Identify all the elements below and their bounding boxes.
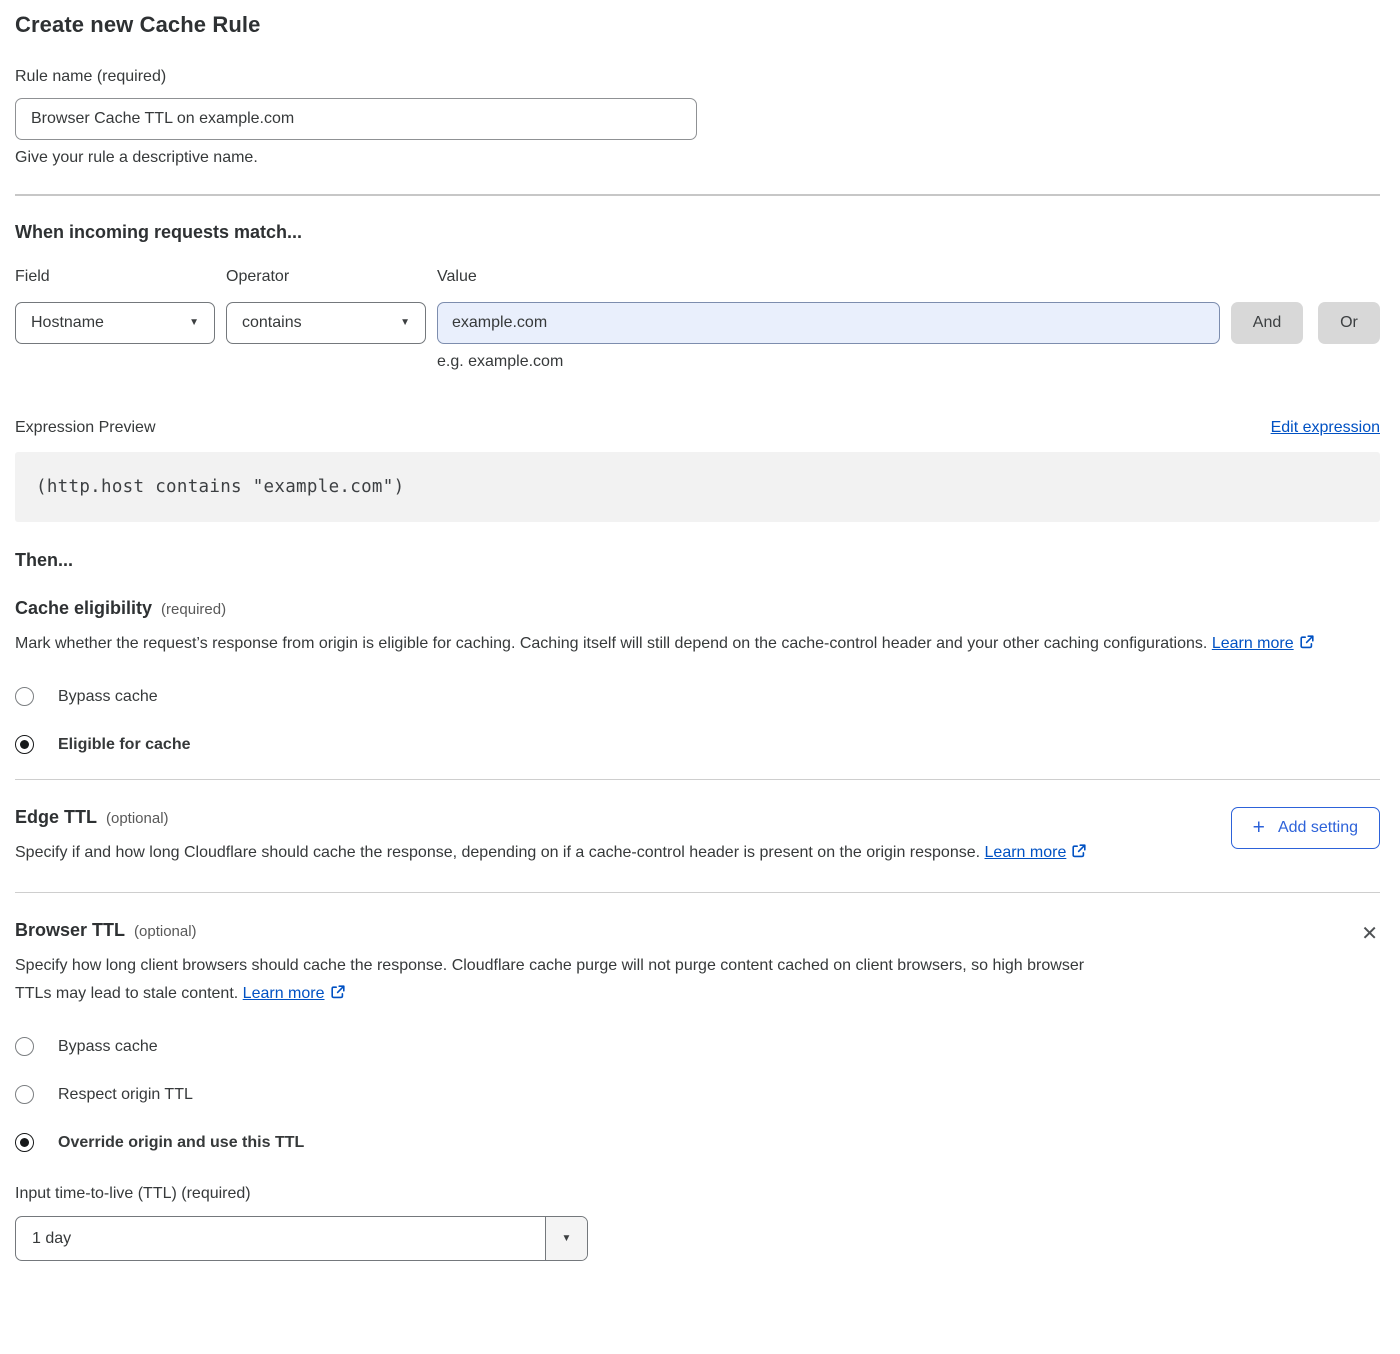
chevron-down-icon: ▼ — [189, 318, 199, 328]
radio-icon[interactable] — [15, 735, 34, 754]
add-setting-button[interactable]: + Add setting — [1231, 807, 1380, 849]
radio-option-bypass-cache[interactable]: Bypass cache — [15, 1037, 1380, 1056]
match-heading: When incoming requests match... — [15, 222, 1380, 243]
browser-ttl-learn-more-link[interactable]: Learn more — [243, 985, 325, 1002]
browser-ttl-qualifier: (optional) — [134, 923, 197, 940]
then-heading: Then... — [15, 550, 1380, 571]
section-divider — [15, 779, 1380, 780]
section-divider — [15, 892, 1380, 893]
value-label: Value — [437, 268, 1220, 286]
or-button[interactable]: Or — [1318, 302, 1380, 344]
expression-section: Expression Preview Edit expression (http… — [15, 419, 1380, 522]
create-cache-rule-form: Create new Cache Rule Rule name (require… — [15, 12, 1380, 1261]
radio-icon[interactable] — [15, 687, 34, 706]
field-label: Field — [15, 268, 215, 286]
radio-option-eligible-for-cache[interactable]: Eligible for cache — [15, 735, 1380, 754]
field-select-value: Hostname — [31, 314, 104, 332]
radio-option-respect-origin-ttl[interactable]: Respect origin TTL — [15, 1085, 1380, 1104]
browser-ttl-description: Specify how long client browsers should … — [15, 952, 1095, 1008]
browser-ttl-section: Browser TTL (optional) Specify how long c… — [15, 920, 1380, 1261]
match-row: Field Hostname ▼ Operator contains ▼ Val… — [15, 268, 1380, 371]
expression-preview-label: Expression Preview — [15, 419, 156, 437]
radio-option-override-origin-ttl[interactable]: Override origin and use this TTL — [15, 1133, 1380, 1152]
rule-name-section: Rule name (required) Give your rule a de… — [15, 68, 1380, 167]
browser-ttl-heading: Browser TTL — [15, 920, 125, 940]
cache-eligibility-heading: Cache eligibility — [15, 598, 152, 618]
external-link-icon — [1299, 634, 1315, 650]
cache-eligibility-section: Cache eligibility (required) Mark whether… — [15, 598, 1380, 754]
match-section: When incoming requests match... Field Ho… — [15, 222, 1380, 371]
operator-column: Operator contains ▼ — [226, 268, 426, 344]
chevron-down-icon: ▼ — [400, 318, 410, 328]
expression-code: (http.host contains "example.com") — [15, 452, 1380, 522]
ttl-input-block: Input time-to-live (TTL) (required) 1 da… — [15, 1185, 1380, 1261]
cache-eligibility-qualifier: (required) — [161, 601, 226, 618]
ttl-select[interactable]: 1 day ▼ — [15, 1216, 588, 1261]
operator-select-value: contains — [242, 314, 302, 332]
close-icon[interactable]: ✕ — [1359, 922, 1380, 946]
radio-option-bypass-cache[interactable]: Bypass cache — [15, 687, 1380, 706]
operator-select[interactable]: contains ▼ — [226, 302, 426, 344]
rule-name-help: Give your rule a descriptive name. — [15, 149, 1380, 167]
page-title: Create new Cache Rule — [15, 12, 1380, 38]
edge-ttl-section: Edge TTL (optional) Specify if and how lo… — [15, 807, 1380, 867]
field-column: Field Hostname ▼ — [15, 268, 215, 344]
plus-icon: + — [1253, 817, 1265, 838]
edge-ttl-learn-more-link[interactable]: Learn more — [985, 844, 1067, 861]
cache-eligibility-learn-more-link[interactable]: Learn more — [1212, 635, 1294, 652]
operator-label: Operator — [226, 268, 426, 286]
edge-ttl-description: Specify if and how long Cloudflare shoul… — [15, 839, 1087, 867]
value-input[interactable] — [437, 302, 1220, 344]
edit-expression-link[interactable]: Edit expression — [1271, 419, 1380, 437]
chevron-down-icon[interactable]: ▼ — [545, 1217, 587, 1260]
external-link-icon — [330, 984, 346, 1000]
and-button[interactable]: And — [1231, 302, 1303, 344]
field-select[interactable]: Hostname ▼ — [15, 302, 215, 344]
ttl-select-value: 1 day — [16, 1217, 545, 1260]
edge-ttl-qualifier: (optional) — [106, 810, 169, 827]
value-help: e.g. example.com — [437, 353, 1220, 371]
radio-icon[interactable] — [15, 1037, 34, 1056]
rule-name-input[interactable] — [15, 98, 697, 140]
external-link-icon — [1071, 843, 1087, 859]
radio-icon[interactable] — [15, 1085, 34, 1104]
edge-ttl-heading: Edge TTL — [15, 807, 97, 827]
ttl-label: Input time-to-live (TTL) (required) — [15, 1185, 1380, 1203]
rule-name-label: Rule name (required) — [15, 68, 1380, 86]
radio-icon[interactable] — [15, 1133, 34, 1152]
value-column: Value e.g. example.com — [437, 268, 1220, 371]
cache-eligibility-description: Mark whether the request’s response from… — [15, 630, 1360, 658]
section-divider — [15, 194, 1380, 196]
